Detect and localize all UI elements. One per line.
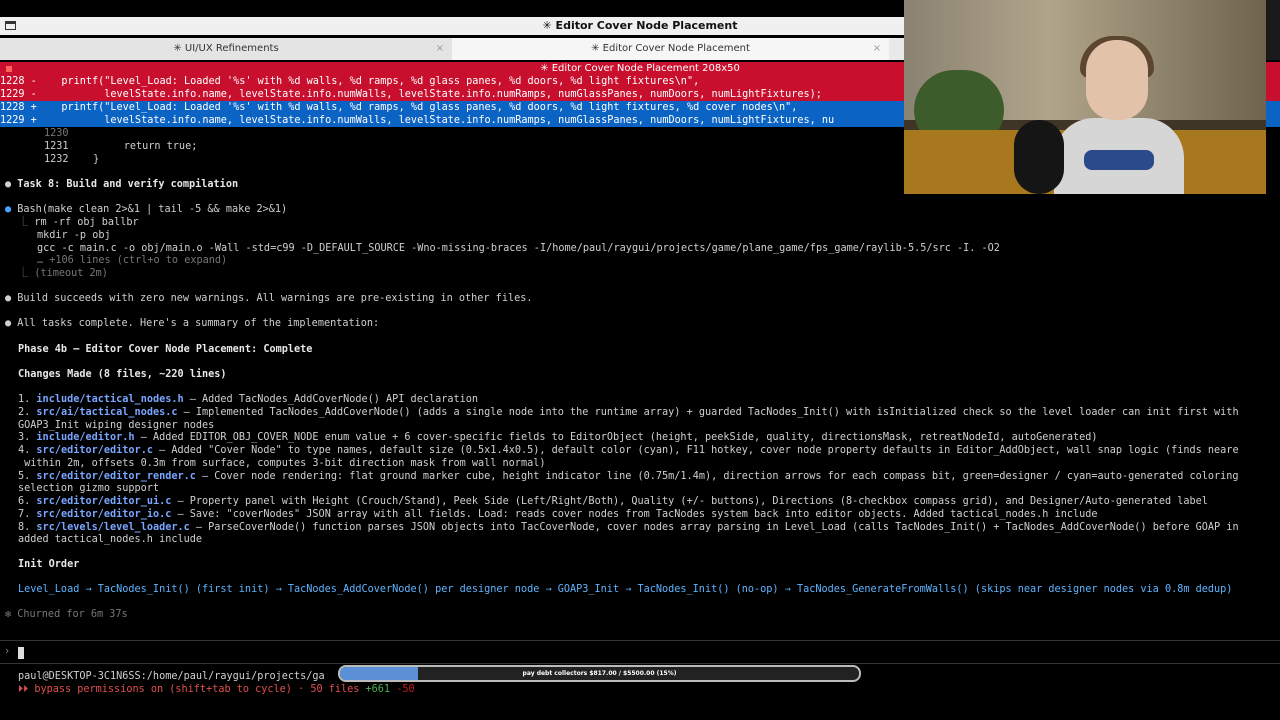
change-description: GOAP3_Init wiping designer nodes [18, 419, 215, 431]
webcam-overlay [904, 0, 1266, 194]
change-description: within 2m, offsets 0.3m from surface, co… [18, 457, 546, 469]
change-file-path[interactable]: src/editor/editor_ui.c [36, 496, 171, 507]
bash-output-line: mkdir -p obj [37, 230, 111, 241]
bullet-icon: ● [5, 318, 18, 329]
phase-title: Phase 4b — Editor Cover Node Placement: … [18, 344, 313, 355]
tree-icon: ⎿ [18, 268, 35, 279]
webcam-microphone [1014, 120, 1064, 194]
change-file-path[interactable]: src/editor/editor_io.c [36, 509, 171, 520]
bullet-icon: ● [5, 204, 18, 215]
close-icon[interactable]: × [436, 38, 444, 60]
change-item: 8. src/levels/level_loader.c — ParseCove… [18, 521, 1239, 534]
change-description: — Added EDITOR_OBJ_COVER_NODE enum value… [134, 432, 1098, 444]
change-number: 3. [18, 432, 31, 444]
expand-hint[interactable]: … +106 lines (ctrl+o to expand) [37, 254, 227, 267]
webcam-person-head [1086, 40, 1148, 120]
change-item: 1. include/tactical_nodes.h — Added TacN… [18, 393, 478, 406]
bullet-icon: ● [5, 179, 18, 190]
init-order-title: Init Order [18, 559, 80, 570]
tree-icon: ⎿ [18, 217, 35, 228]
change-description: — Implemented TacNodes_AddCoverNode() (a… [177, 406, 1239, 418]
change-item: 7. src/editor/editor_io.c — Save: "cover… [18, 508, 1098, 521]
close-icon[interactable]: × [873, 38, 881, 60]
permissions-text: ⏵⏵ bypass permissions on (shift+tab to c… [18, 684, 366, 695]
change-number: 5. [18, 470, 31, 482]
change-description: — Property panel with Height (Crouch/Sta… [171, 496, 1208, 507]
tab-ui-ux-refinements[interactable]: ✳ UI/UX Refinements × [0, 38, 452, 60]
changes-title: Changes Made (8 files, ~220 lines) [18, 369, 227, 380]
timeout-line: ⎿ (timeout 2m) [18, 267, 108, 280]
change-description: — Added TacNodes_AddCoverNode() API decl… [183, 394, 479, 405]
summary-message: ● All tasks complete. Here's a summary o… [5, 317, 379, 330]
init-order-line: Level_Load → TacNodes_Init() (first init… [18, 584, 1233, 595]
change-file-path[interactable]: include/editor.h [36, 432, 134, 443]
change-number: 8. [18, 521, 31, 533]
change-item: within 2m, offsets 0.3m from surface, co… [18, 457, 545, 470]
change-item: added tactical_nodes.h include [18, 533, 202, 546]
change-description: — Added "Cover Node" to type names, defa… [152, 445, 1239, 456]
task-heading: ● Task 8: Build and verify compilation [5, 178, 238, 191]
change-file-path[interactable]: src/levels/level_loader.c [36, 522, 189, 533]
lines-removed: -50 [396, 684, 415, 695]
desktop-edge [1266, 0, 1280, 60]
window-icon[interactable] [5, 21, 16, 30]
bash-command: Bash(make clean 2>&1 | tail -5 && make 2… [17, 204, 288, 215]
prompt-divider-bottom [0, 663, 1280, 664]
task-title: Task 8: Build and verify compilation [17, 179, 239, 190]
change-item: 5. src/editor/editor_render.c — Cover no… [18, 470, 1239, 483]
change-number: 2. [18, 406, 31, 418]
webcam-shirt-logo [1084, 150, 1154, 170]
change-file-path[interactable]: src/ai/tactical_nodes.c [36, 407, 177, 418]
change-item: selection gizmo support [18, 482, 159, 495]
change-number: 6. [18, 496, 31, 507]
change-number: 1. [18, 394, 31, 405]
prompt-input[interactable] [18, 647, 24, 659]
bash-output-line: ⎿ rm -rf obj ballbr [18, 216, 139, 229]
bash-output-text: rm -rf obj ballbr [34, 217, 139, 228]
progress-label: pay debt collectors $817.00 / $5500.00 (… [522, 670, 677, 677]
pane-header-text: ✳ Editor Cover Node Placement 208x50 [540, 63, 740, 74]
diff-line-context: 1230 [44, 128, 69, 139]
prompt-icon: › [4, 646, 11, 657]
status-permissions[interactable]: ⏵⏵ bypass permissions on (shift+tab to c… [18, 684, 415, 696]
change-description: — ParseCoverNode() function parses JSON … [189, 521, 1239, 533]
status-path: paul@DESKTOP-3C1N6SS:/home/paul/raygui/p… [18, 671, 325, 682]
summary-message-text: All tasks complete. Here's a summary of … [17, 318, 380, 329]
change-number: 4. [18, 445, 31, 456]
bash-call: ● Bash(make clean 2>&1 | tail -5 && make… [5, 203, 287, 216]
change-description: — Save: "coverNodes" JSON array with all… [171, 508, 1098, 520]
prompt-divider [0, 640, 1280, 641]
change-item: GOAP3_Init wiping designer nodes [18, 419, 214, 432]
window-title: ✳ Editor Cover Node Placement [542, 19, 738, 32]
pane-indicator-icon [6, 66, 12, 72]
bullet-icon: ● [5, 293, 18, 304]
lines-added: +661 [365, 684, 391, 695]
change-file-path[interactable]: src/editor/editor.c [36, 445, 153, 456]
tab-editor-cover-node[interactable]: ✳ Editor Cover Node Placement × [452, 38, 889, 60]
change-description: — Cover node rendering: flat ground mark… [195, 470, 1239, 482]
churned-status: ✻ Churned for 6m 37s [5, 609, 128, 620]
tab-label: ✳ UI/UX Refinements [173, 43, 279, 54]
change-description: selection gizmo support [18, 483, 160, 495]
diff-line-context: 1232 } [44, 154, 100, 165]
donation-progress-bar: pay debt collectors $817.00 / $5500.00 (… [338, 665, 861, 682]
change-number: 7. [18, 508, 31, 520]
build-message: ● Build succeeds with zero new warnings.… [5, 292, 533, 305]
timeout-text: (timeout 2m) [34, 268, 108, 279]
change-description: added tactical_nodes.h include [18, 534, 203, 546]
build-message-text: Build succeeds with zero new warnings. A… [17, 293, 533, 304]
tab-label: ✳ Editor Cover Node Placement [591, 43, 750, 54]
change-item: 2. src/ai/tactical_nodes.c — Implemented… [18, 406, 1239, 419]
change-item: 6. src/editor/editor_ui.c — Property pan… [18, 495, 1208, 508]
change-item: 4. src/editor/editor.c — Added "Cover No… [18, 444, 1239, 457]
change-item: 3. include/editor.h — Added EDITOR_OBJ_C… [18, 431, 1098, 444]
change-file-path[interactable]: include/tactical_nodes.h [36, 394, 183, 405]
change-file-path[interactable]: src/editor/editor_render.c [36, 471, 195, 482]
diff-line-context: 1231 return true; [44, 141, 198, 152]
